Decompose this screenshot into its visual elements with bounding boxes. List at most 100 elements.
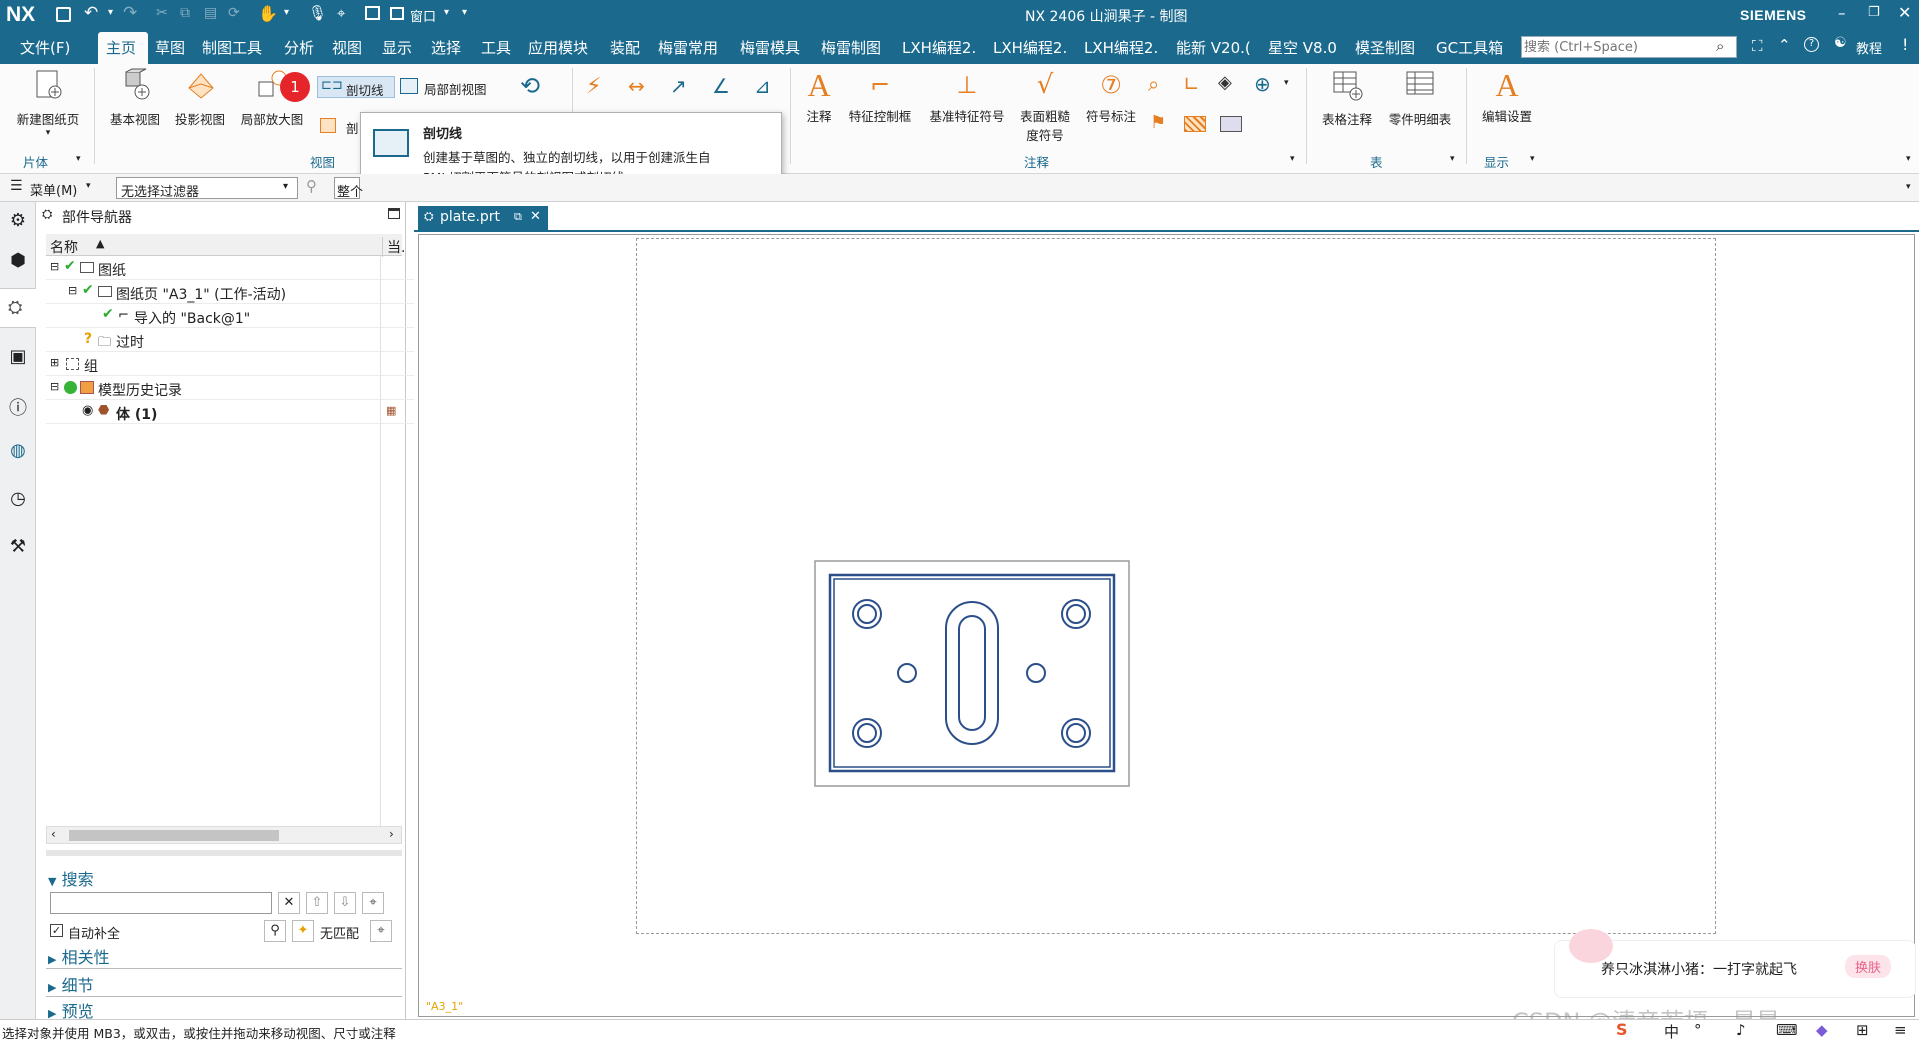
undo-icon[interactable]: ↶: [84, 3, 98, 23]
help-icon[interactable]: ?: [1804, 37, 1819, 52]
toolbar-options-dropdown-icon[interactable]: ▾: [1906, 182, 1911, 192]
close-tab-icon[interactable]: ✕: [530, 209, 541, 224]
datum-feature-button[interactable]: ⊥ 基准特征符号: [922, 68, 1012, 125]
web-browser-icon[interactable]: ◍: [6, 440, 30, 464]
tab-drafting-tools[interactable]: 制图工具: [202, 37, 262, 58]
document-tab[interactable]: ⛭ plate.prt ⧉ ✕: [418, 206, 548, 230]
parts-list-button[interactable]: 零件明细表: [1382, 68, 1458, 128]
process-studio-icon[interactable]: ⚒: [6, 536, 30, 560]
centerline-icon[interactable]: ⊕: [1254, 72, 1271, 96]
part-navigator-tab[interactable]: ⛭: [0, 288, 36, 328]
note-button[interactable]: A 注释: [796, 68, 842, 125]
tab-meilei-common[interactable]: 梅雷常用: [658, 37, 718, 58]
tab-gc-toolbox[interactable]: GC工具箱: [1436, 37, 1503, 58]
section-line-button[interactable]: ⊏⊐ 剖切线: [317, 76, 395, 98]
search-icon[interactable]: ⌕: [1716, 37, 1724, 55]
wildcard-icon[interactable]: ✦: [292, 920, 314, 942]
repeat-icon[interactable]: ⟳: [228, 5, 240, 21]
ime-skin-icon[interactable]: ◆: [1816, 1021, 1828, 1039]
tabular-note-button[interactable]: 表格注释: [1312, 68, 1382, 128]
menu-button[interactable]: 菜单(M): [30, 180, 77, 199]
scroll-thumb[interactable]: [69, 830, 279, 841]
paste-icon[interactable]: ▤: [204, 5, 217, 21]
tree-row[interactable]: ◉ ⬣ 体 (1) ▦: [46, 400, 414, 424]
clear-search-icon[interactable]: ✕: [278, 892, 300, 914]
horizontal-scrollbar[interactable]: ‹ ›: [46, 826, 402, 844]
projected-view-button[interactable]: 投影视图: [168, 68, 232, 128]
tab-lxh-2[interactable]: LXH编程2.: [993, 37, 1067, 58]
search-section-toggle[interactable]: ▼ 搜索: [48, 866, 94, 890]
tab-xingkong[interactable]: 星空 V8.0: [1268, 37, 1337, 58]
expand-icon[interactable]: ⊞: [50, 356, 59, 369]
redo-icon[interactable]: ↷: [123, 3, 137, 23]
edit-settings-button[interactable]: A 编辑设置: [1472, 68, 1542, 125]
tab-nengxin[interactable]: 能新 V20.(: [1176, 37, 1251, 58]
group-display-dropdown-icon[interactable]: ▾: [1530, 154, 1535, 164]
refresh-view-icon[interactable]: ⟲: [520, 72, 540, 100]
rapid-dimension-icon[interactable]: ⚡: [586, 74, 601, 99]
tutorial-icon[interactable]: ☯: [1834, 35, 1847, 51]
menu-file[interactable]: 文件(F): [20, 37, 70, 58]
ime-more-icon[interactable]: ≡: [1894, 1021, 1907, 1039]
touch-mode-icon[interactable]: ✋: [258, 4, 278, 23]
close-icon[interactable]: ✕: [1898, 3, 1911, 22]
assembly-navigator-icon[interactable]: ⬢: [6, 250, 30, 274]
navigator-search-input[interactable]: [50, 892, 272, 914]
tab-select[interactable]: 选择: [431, 37, 461, 58]
magnify-icon[interactable]: ⌕: [1148, 72, 1159, 96]
tree-row[interactable]: ✔ ⌐ 导入的 "Back@1": [46, 304, 414, 328]
tab-view[interactable]: 视图: [332, 37, 362, 58]
tab-sketch[interactable]: 草图: [155, 37, 185, 58]
window-menu-dropdown-icon[interactable]: ▾: [444, 7, 449, 18]
microphone-icon[interactable]: 🎙: [308, 4, 327, 22]
panel-splitter[interactable]: [46, 850, 402, 856]
dependencies-section-toggle[interactable]: ▶ 相关性: [48, 944, 110, 968]
details-section-toggle[interactable]: ▶ 细节: [48, 972, 94, 996]
new-sheet-dropdown-icon[interactable]: ▾: [10, 128, 86, 138]
scroll-left-icon[interactable]: ‹: [51, 827, 56, 841]
history-icon[interactable]: ◷: [6, 488, 30, 512]
window-switch-icon[interactable]: [365, 6, 380, 20]
undo-dropdown-icon[interactable]: ▾: [108, 7, 113, 18]
ribbon-options-dropdown-icon[interactable]: ▾: [1906, 154, 1911, 164]
tab-application[interactable]: 应用模块: [528, 37, 588, 58]
tree-row[interactable]: ⊟ ✔ 图纸: [46, 256, 414, 280]
touch-dropdown-icon[interactable]: ▾: [284, 7, 289, 18]
copy-icon[interactable]: ⧉: [180, 5, 190, 21]
surface-finish-button[interactable]: √ 表面粗糙 度符号: [1014, 68, 1076, 144]
tab-lxh-1[interactable]: LXH编程2.: [902, 37, 976, 58]
tab-meilei-drafting[interactable]: 梅雷制图: [821, 37, 881, 58]
selection-scope-select[interactable]: 整个: [334, 177, 363, 200]
section-view-button[interactable]: 剖: [320, 116, 360, 138]
collapse-icon[interactable]: ⊟: [50, 260, 59, 273]
tree-row[interactable]: ? 🗀 过时: [46, 328, 414, 352]
chamfer-dimension-icon[interactable]: ⊿: [754, 74, 771, 98]
group-sheet-dropdown-icon[interactable]: ▾: [76, 154, 81, 164]
visibility-icon[interactable]: ◉: [82, 403, 93, 418]
skin-button[interactable]: 换肤: [1845, 955, 1892, 978]
search-options-icon[interactable]: ⚲: [264, 920, 286, 942]
reuse-library-icon[interactable]: ▣: [6, 346, 30, 370]
ime-punctuation-icon[interactable]: °: [1694, 1021, 1702, 1039]
ime-keyboard-icon[interactable]: ⌨: [1776, 1021, 1798, 1039]
window-menu[interactable]: 窗口: [410, 6, 436, 25]
tab-analysis[interactable]: 分析: [284, 37, 314, 58]
window-menu-icon[interactable]: [390, 7, 404, 20]
settings-icon[interactable]: ⚙: [6, 210, 30, 234]
tutorial-link[interactable]: 教程: [1856, 38, 1882, 57]
locate-icon[interactable]: ⌖: [362, 892, 384, 914]
reset-filter-icon[interactable]: ⚲: [306, 177, 317, 195]
image-icon[interactable]: [1220, 116, 1242, 132]
tab-mosheng[interactable]: 模圣制图: [1355, 37, 1415, 58]
break-out-section-button[interactable]: 局部剖视图: [400, 76, 502, 98]
weld-symbol-icon[interactable]: ⚑: [1150, 112, 1166, 133]
fill-icon[interactable]: ◈: [1218, 72, 1232, 93]
group-table-dropdown-icon[interactable]: ▾: [1450, 154, 1455, 164]
tab-home[interactable]: 主页: [106, 37, 136, 58]
tree-row[interactable]: ⊞ 组: [46, 352, 414, 376]
scroll-right-icon[interactable]: ›: [389, 827, 394, 841]
ime-chinese-icon[interactable]: 中: [1664, 1021, 1679, 1042]
command-finder-icon[interactable]: ⌖: [337, 4, 345, 22]
customize-qat-icon[interactable]: ▾: [462, 7, 467, 18]
base-view-button[interactable]: 基本视图: [100, 68, 170, 128]
